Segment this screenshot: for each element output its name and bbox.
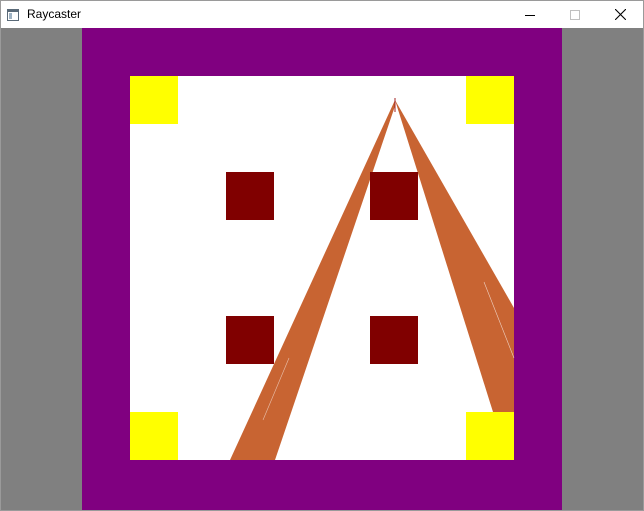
pillar-block xyxy=(370,316,418,364)
minimize-button[interactable] xyxy=(507,1,552,28)
pillar-block xyxy=(226,172,274,220)
corner-block xyxy=(466,412,514,460)
corner-block xyxy=(130,412,178,460)
game-viewport[interactable] xyxy=(1,28,643,510)
close-button[interactable] xyxy=(598,1,643,28)
window-title: Raycaster xyxy=(27,7,82,21)
minimize-icon xyxy=(524,10,535,20)
corner-block xyxy=(130,76,178,124)
raycaster-map xyxy=(82,28,562,510)
pillar-block xyxy=(226,316,274,364)
pillar-block xyxy=(370,172,418,220)
app-window: Raycaster xyxy=(0,0,644,511)
title-bar[interactable]: Raycaster xyxy=(1,1,643,28)
corner-block xyxy=(466,76,514,124)
maximize-button[interactable] xyxy=(552,1,597,28)
maximize-icon xyxy=(569,9,580,20)
close-icon xyxy=(615,9,626,20)
app-window-icon xyxy=(7,8,19,21)
